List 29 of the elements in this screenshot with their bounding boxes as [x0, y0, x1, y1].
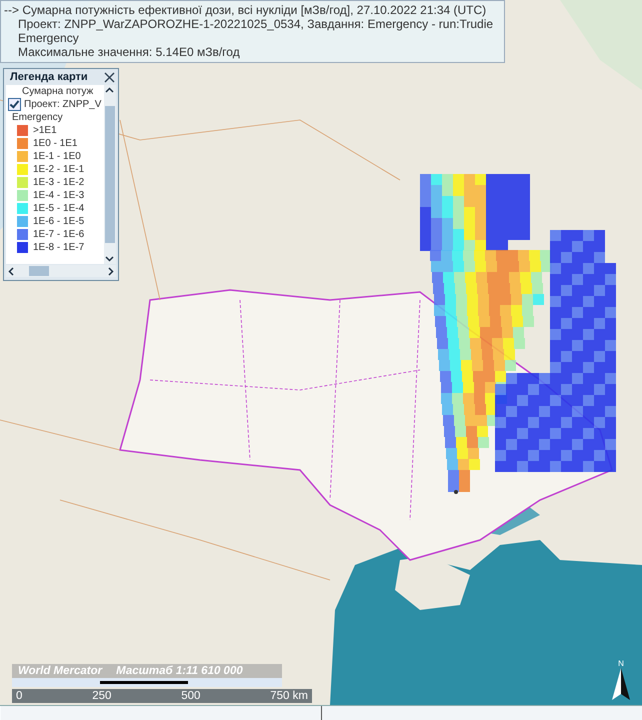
layer-label[interactable]: Сумарна потуж: [22, 85, 94, 98]
horizontal-scrollbar[interactable]: [6, 265, 116, 277]
close-icon[interactable]: [104, 72, 115, 82]
scale-ratio: Масштаб 1:11 610 000: [116, 664, 243, 678]
project-label[interactable]: Проект: ZNPP_V: [24, 98, 102, 111]
scale-tick-label: 250: [92, 690, 112, 702]
legend-label: 1E-2 - 1E-1: [33, 163, 84, 176]
scale-tick-label: 500: [181, 690, 200, 702]
north-label: N: [618, 660, 624, 668]
legend-label: 1E-7 - 1E-6: [33, 228, 84, 241]
maximum-value-text: Максимальне значення: 5.14E0 мЗв/год: [17, 45, 241, 59]
project-text: Проект: ZNPP_WarZAPOROZHE-1-20221025_0534, Завдання: Emergency - run:Trudie Emergency: [17, 17, 494, 45]
legend-label: 1E0 - 1E1: [33, 137, 78, 150]
legend-label: 1E-3 - 1E-2: [33, 176, 84, 189]
vertical-scrollbar[interactable]: [104, 85, 116, 264]
group-label: Emergency: [12, 111, 63, 124]
projection-label: World Mercator: [18, 664, 102, 678]
north-arrow-icon: [612, 668, 630, 700]
scale-tick-label: 750 km: [270, 690, 308, 702]
legend-label: 1E-4 - 1E-3: [33, 189, 84, 202]
legend-label: 1E-8 - 1E-7: [33, 241, 84, 254]
legend-label: >1E1: [33, 124, 57, 137]
legend-label: 1E-1 - 1E0: [33, 150, 81, 163]
legend-label: 1E-6 - 1E-5: [33, 215, 84, 228]
legend-title: Легенда карти: [10, 71, 88, 83]
dose-title: --> Сумарна потужність ефективної дози, всі нукліди [мЗв/год], 27.10.2022 21:34 (UTC): [4, 3, 488, 17]
scale-tick-label: 0: [16, 690, 22, 702]
layer-checkbox[interactable]: [8, 98, 21, 111]
legend-label: 1E-5 - 1E-4: [33, 202, 84, 215]
